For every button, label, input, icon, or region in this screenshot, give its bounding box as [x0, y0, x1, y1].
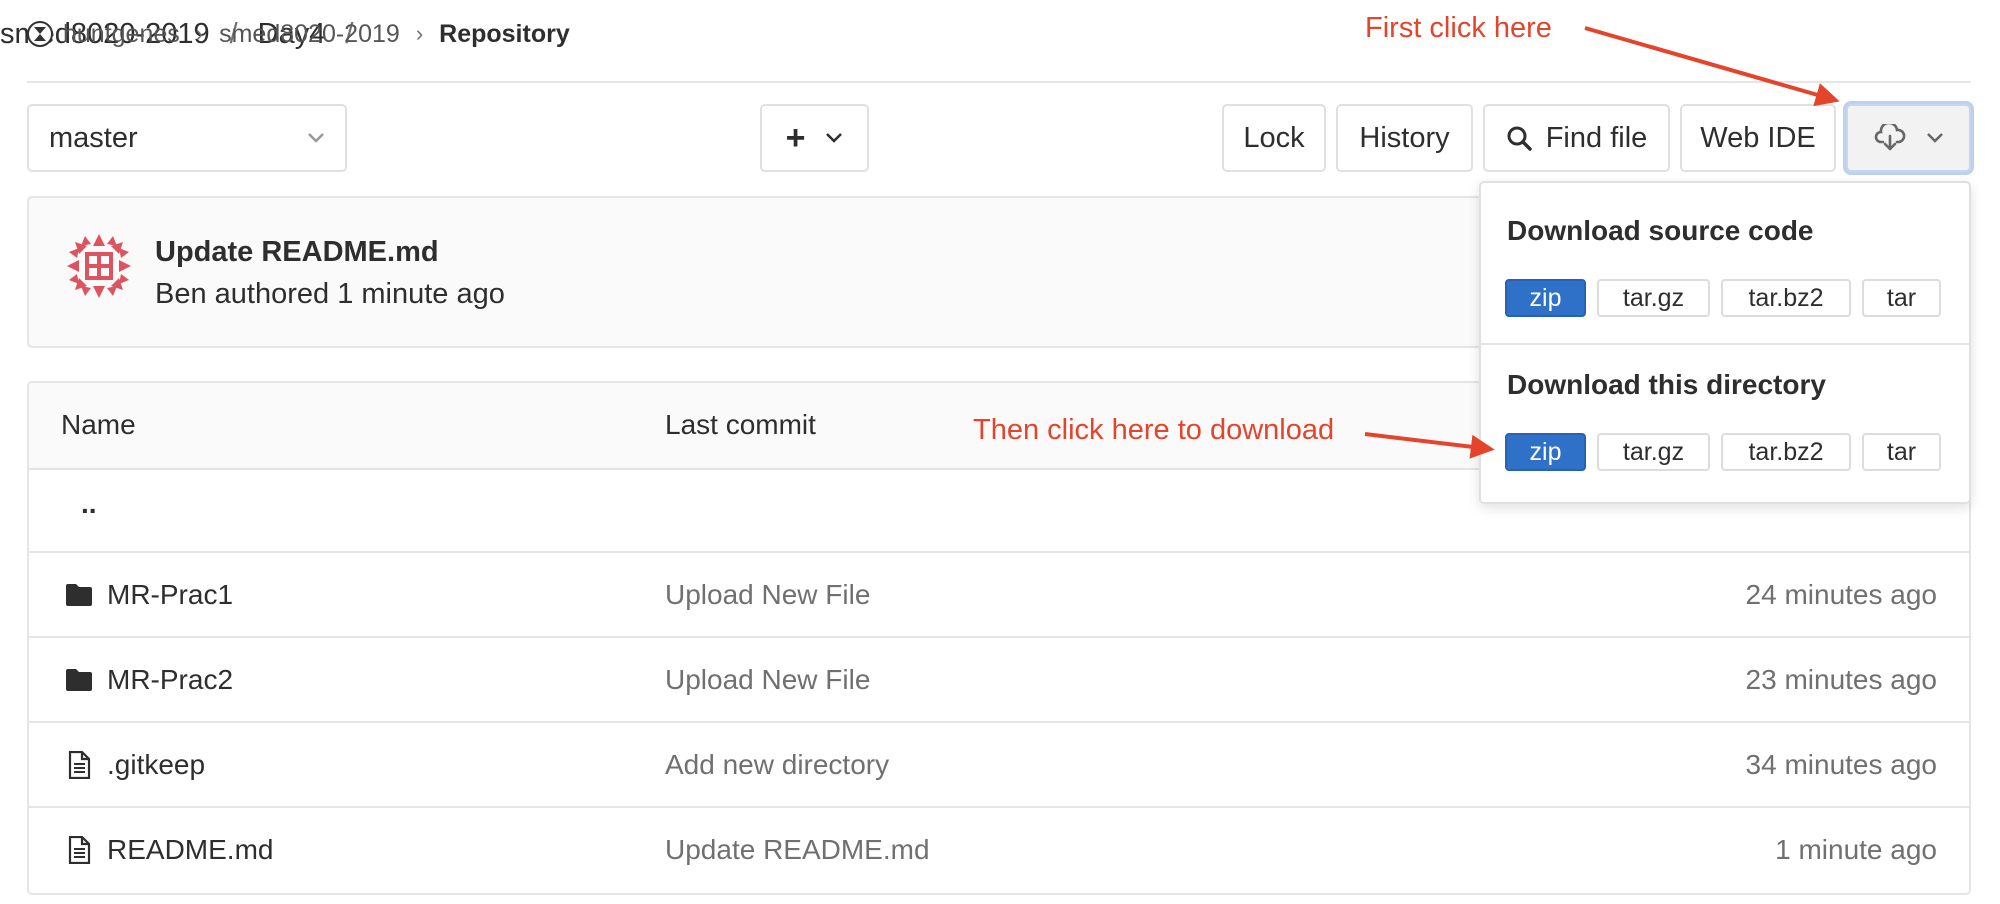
arrow-to-download-button — [1584, 26, 1840, 107]
arrow-to-directory-zip — [1364, 432, 1495, 459]
annotation-arrows — [1364, 26, 1840, 459]
